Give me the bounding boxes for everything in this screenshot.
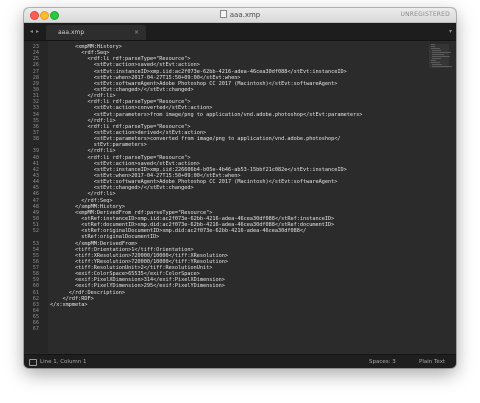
minimap-line bbox=[431, 54, 444, 55]
status-bar: Line 1, Column 1 Spaces: 3 Plain Text bbox=[24, 354, 456, 368]
minimap-line bbox=[431, 50, 442, 51]
panel-toggle-icon[interactable] bbox=[29, 359, 37, 366]
minimap-line bbox=[431, 60, 436, 61]
editor-area[interactable]: 23 <xmpMM:History> 24 <rdf:Seq> 25 <rdf:li… bbox=[24, 41, 456, 353]
indentation-setting[interactable]: Spaces: 3 bbox=[369, 355, 396, 368]
minimap-line bbox=[430, 44, 436, 45]
tab-aaa-xmp[interactable]: aaa.xmp × bbox=[46, 25, 146, 40]
nav-forward-icon[interactable]: ▸ bbox=[36, 23, 39, 40]
minimap-line bbox=[431, 52, 451, 53]
title-bar[interactable]: aaa.xmp UNREGISTERED bbox=[24, 8, 456, 23]
editor-window: aaa.xmp UNREGISTERED ◂ ▸ aaa.xmp × ▾ 23 … bbox=[24, 8, 456, 368]
tab-bar: ◂ ▸ aaa.xmp × ▾ bbox=[24, 23, 456, 41]
cursor-position: Line 1, Column 1 bbox=[40, 359, 87, 365]
minimap-line bbox=[431, 66, 452, 67]
minimap-line bbox=[431, 62, 441, 63]
code-view[interactable]: 23 <xmpMM:History> 24 <rdf:Seq> 25 <rdf:li… bbox=[24, 44, 424, 352]
minimap-line bbox=[431, 56, 451, 57]
minimap-line bbox=[431, 58, 441, 59]
tab-label: aaa.xmp bbox=[58, 29, 85, 36]
window-title-text: aaa.xmp bbox=[229, 11, 261, 19]
minimap-line bbox=[431, 64, 443, 65]
document-icon bbox=[219, 10, 227, 18]
line-number: 67 bbox=[32, 326, 39, 333]
nav-back-icon[interactable]: ◂ bbox=[30, 23, 33, 40]
minimap[interactable] bbox=[429, 44, 452, 68]
code-line[interactable]: 67 bbox=[24, 326, 424, 332]
syntax-selector[interactable]: Plain Text bbox=[419, 355, 445, 368]
tab-list-icon[interactable]: ▾ bbox=[449, 23, 452, 40]
tab-close-icon[interactable]: × bbox=[134, 25, 139, 40]
minimap-line bbox=[431, 48, 441, 49]
window-title: aaa.xmp bbox=[24, 8, 456, 22]
minimap-line bbox=[431, 46, 435, 47]
unregistered-label: UNREGISTERED bbox=[400, 11, 450, 18]
